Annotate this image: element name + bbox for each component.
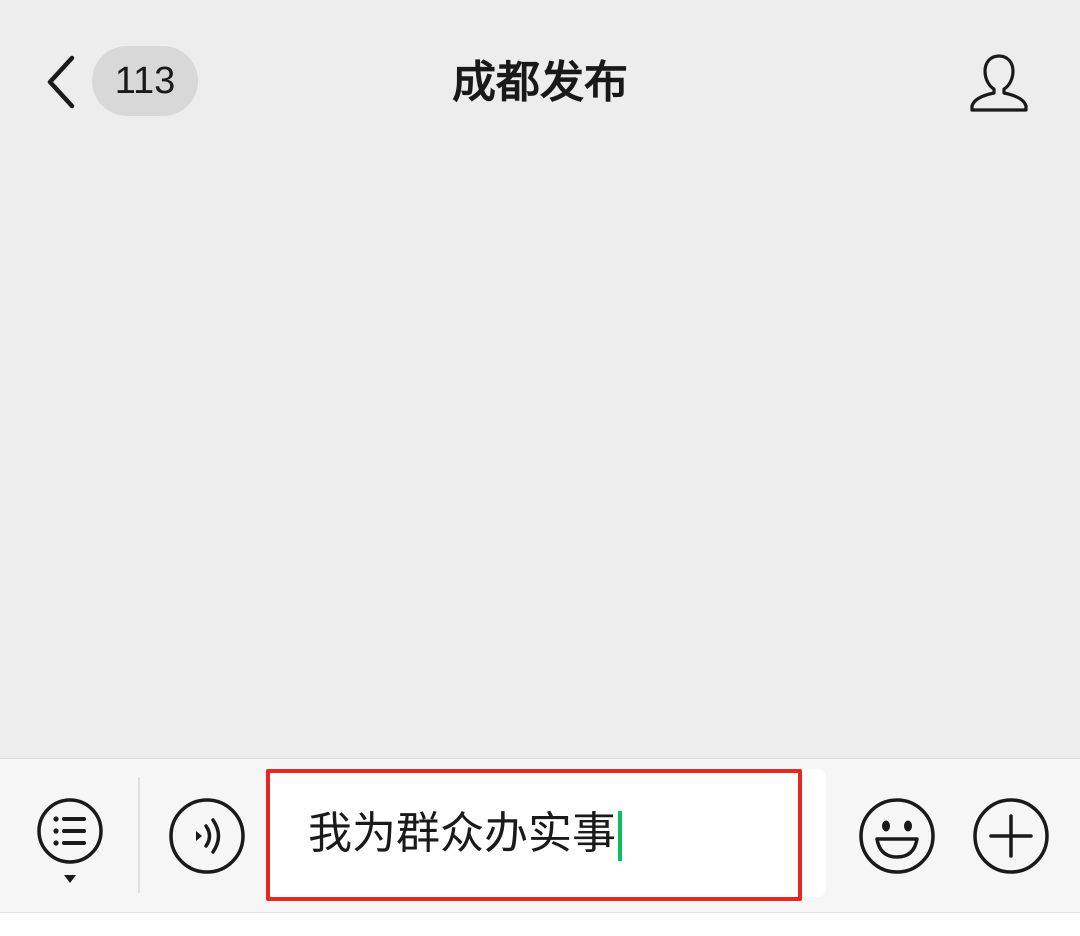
- menu-toggle-button[interactable]: [30, 795, 110, 887]
- message-input[interactable]: 我为群众办实事: [266, 769, 826, 897]
- chevron-left-icon: [47, 55, 75, 109]
- voice-input-button[interactable]: [166, 795, 248, 877]
- smiley-icon: [859, 798, 935, 874]
- message-list[interactable]: [0, 160, 1080, 758]
- toolbar-divider: [138, 777, 140, 893]
- list-menu-icon: [37, 798, 103, 883]
- plus-icon: [973, 798, 1049, 874]
- input-toolbar: 我为群众办实事: [0, 758, 1080, 913]
- more-functions-button[interactable]: [970, 795, 1052, 877]
- page-title: 成都发布: [452, 57, 628, 108]
- bottom-safe-area: [0, 912, 1080, 936]
- emoji-button[interactable]: [856, 795, 938, 877]
- text-caret: [618, 811, 622, 861]
- unread-count-badge[interactable]: 113: [92, 46, 198, 116]
- profile-button[interactable]: [966, 50, 1032, 116]
- message-input-value: 我为群众办实事: [308, 808, 616, 859]
- person-icon: [970, 54, 1028, 112]
- chat-header: 113 成都发布: [0, 0, 1080, 160]
- voice-icon: [169, 798, 245, 874]
- back-button[interactable]: [38, 50, 88, 114]
